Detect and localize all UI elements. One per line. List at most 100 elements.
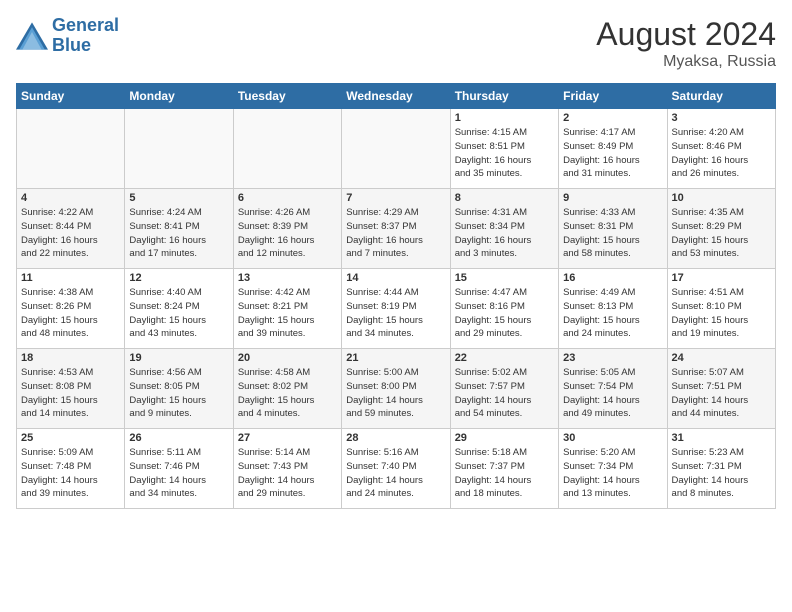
day-number: 29 (455, 432, 554, 444)
calendar-cell: 27 Sunrise: 5:14 AM Sunset: 7:43 PM Dayli… (233, 429, 341, 509)
col-header-friday: Friday (559, 84, 667, 109)
calendar-cell: 8 Sunrise: 4:31 AM Sunset: 8:34 PM Daylig… (450, 189, 558, 269)
calendar-cell: 3 Sunrise: 4:20 AM Sunset: 8:46 PM Daylig… (667, 109, 775, 189)
day-info: Sunrise: 4:26 AM Sunset: 8:39 PM Dayligh… (238, 206, 337, 261)
day-number: 8 (455, 192, 554, 204)
logo-text: General Blue (52, 16, 119, 56)
day-info: Sunrise: 5:20 AM Sunset: 7:34 PM Dayligh… (563, 446, 662, 501)
location: Myaksa, Russia (596, 53, 776, 71)
week-row-4: 18 Sunrise: 4:53 AM Sunset: 8:08 PM Dayli… (17, 349, 776, 429)
week-row-3: 11Sunrise: 4:38 AM Sunset: 8:26 PM Dayli… (17, 269, 776, 349)
day-info: Sunrise: 4:56 AM Sunset: 8:05 PM Dayligh… (129, 366, 228, 421)
day-info: Sunrise: 4:42 AM Sunset: 8:21 PM Dayligh… (238, 286, 337, 341)
day-number: 23 (563, 352, 662, 364)
day-number: 3 (672, 112, 771, 124)
day-info: Sunrise: 5:09 AM Sunset: 7:48 PM Dayligh… (21, 446, 120, 501)
calendar-cell: 26 Sunrise: 5:11 AM Sunset: 7:46 PM Dayli… (125, 429, 233, 509)
day-info: Sunrise: 4:20 AM Sunset: 8:46 PM Dayligh… (672, 126, 771, 181)
calendar-cell (125, 109, 233, 189)
col-header-monday: Monday (125, 84, 233, 109)
calendar-cell: 10 Sunrise: 4:35 AM Sunset: 8:29 PM Dayli… (667, 189, 775, 269)
week-row-5: 25 Sunrise: 5:09 AM Sunset: 7:48 PM Dayli… (17, 429, 776, 509)
day-number: 31 (672, 432, 771, 444)
calendar-cell: 12 Sunrise: 4:40 AM Sunset: 8:24 PM Dayli… (125, 269, 233, 349)
calendar-cell: 14 Sunrise: 4:44 AM Sunset: 8:19 PM Dayli… (342, 269, 450, 349)
calendar-cell: 19 Sunrise: 4:56 AM Sunset: 8:05 PM Dayli… (125, 349, 233, 429)
calendar-cell: 22Sunrise: 5:02 AM Sunset: 7:57 PM Dayli… (450, 349, 558, 429)
day-number: 16 (563, 272, 662, 284)
calendar-cell: 1Sunrise: 4:15 AM Sunset: 8:51 PM Daylig… (450, 109, 558, 189)
day-info: Sunrise: 4:44 AM Sunset: 8:19 PM Dayligh… (346, 286, 445, 341)
day-info: Sunrise: 5:02 AM Sunset: 7:57 PM Dayligh… (455, 366, 554, 421)
day-number: 4 (21, 192, 120, 204)
calendar-cell: 25 Sunrise: 5:09 AM Sunset: 7:48 PM Dayli… (17, 429, 125, 509)
calendar-cell: 6 Sunrise: 4:26 AM Sunset: 8:39 PM Daylig… (233, 189, 341, 269)
month-year: August 2024 (596, 16, 776, 53)
day-info: Sunrise: 4:35 AM Sunset: 8:29 PM Dayligh… (672, 206, 771, 261)
day-number: 28 (346, 432, 445, 444)
title-block: August 2024 Myaksa, Russia (596, 16, 776, 71)
day-number: 6 (238, 192, 337, 204)
day-info: Sunrise: 5:16 AM Sunset: 7:40 PM Dayligh… (346, 446, 445, 501)
day-number: 14 (346, 272, 445, 284)
col-header-sunday: Sunday (17, 84, 125, 109)
calendar-cell: 23 Sunrise: 5:05 AM Sunset: 7:54 PM Dayli… (559, 349, 667, 429)
day-number: 2 (563, 112, 662, 124)
day-info: Sunrise: 4:31 AM Sunset: 8:34 PM Dayligh… (455, 206, 554, 261)
calendar-cell (17, 109, 125, 189)
day-info: Sunrise: 4:53 AM Sunset: 8:08 PM Dayligh… (21, 366, 120, 421)
col-header-saturday: Saturday (667, 84, 775, 109)
calendar-cell: 21Sunrise: 5:00 AM Sunset: 8:00 PM Dayli… (342, 349, 450, 429)
calendar-cell: 2Sunrise: 4:17 AM Sunset: 8:49 PM Daylig… (559, 109, 667, 189)
day-info: Sunrise: 5:07 AM Sunset: 7:51 PM Dayligh… (672, 366, 771, 421)
calendar-table: SundayMondayTuesdayWednesdayThursdayFrid… (16, 83, 776, 509)
col-header-thursday: Thursday (450, 84, 558, 109)
day-info: Sunrise: 4:51 AM Sunset: 8:10 PM Dayligh… (672, 286, 771, 341)
day-number: 10 (672, 192, 771, 204)
calendar-cell (233, 109, 341, 189)
day-info: Sunrise: 5:11 AM Sunset: 7:46 PM Dayligh… (129, 446, 228, 501)
day-number: 24 (672, 352, 771, 364)
page-header: General Blue August 2024 Myaksa, Russia (16, 16, 776, 71)
day-info: Sunrise: 4:15 AM Sunset: 8:51 PM Dayligh… (455, 126, 554, 181)
day-number: 21 (346, 352, 445, 364)
day-info: Sunrise: 4:38 AM Sunset: 8:26 PM Dayligh… (21, 286, 120, 341)
day-info: Sunrise: 4:29 AM Sunset: 8:37 PM Dayligh… (346, 206, 445, 261)
day-info: Sunrise: 4:40 AM Sunset: 8:24 PM Dayligh… (129, 286, 228, 341)
day-number: 26 (129, 432, 228, 444)
day-info: Sunrise: 4:58 AM Sunset: 8:02 PM Dayligh… (238, 366, 337, 421)
day-info: Sunrise: 4:33 AM Sunset: 8:31 PM Dayligh… (563, 206, 662, 261)
calendar-cell: 18 Sunrise: 4:53 AM Sunset: 8:08 PM Dayli… (17, 349, 125, 429)
week-row-2: 4 Sunrise: 4:22 AM Sunset: 8:44 PM Daylig… (17, 189, 776, 269)
calendar-cell: 17 Sunrise: 4:51 AM Sunset: 8:10 PM Dayli… (667, 269, 775, 349)
day-info: Sunrise: 5:05 AM Sunset: 7:54 PM Dayligh… (563, 366, 662, 421)
col-header-tuesday: Tuesday (233, 84, 341, 109)
day-number: 15 (455, 272, 554, 284)
day-number: 17 (672, 272, 771, 284)
day-info: Sunrise: 4:22 AM Sunset: 8:44 PM Dayligh… (21, 206, 120, 261)
day-number: 13 (238, 272, 337, 284)
day-info: Sunrise: 4:49 AM Sunset: 8:13 PM Dayligh… (563, 286, 662, 341)
calendar-cell: 28 Sunrise: 5:16 AM Sunset: 7:40 PM Dayli… (342, 429, 450, 509)
day-info: Sunrise: 4:24 AM Sunset: 8:41 PM Dayligh… (129, 206, 228, 261)
calendar-cell (342, 109, 450, 189)
day-number: 20 (238, 352, 337, 364)
calendar-cell: 7Sunrise: 4:29 AM Sunset: 8:37 PM Daylig… (342, 189, 450, 269)
calendar-cell: 13 Sunrise: 4:42 AM Sunset: 8:21 PM Dayli… (233, 269, 341, 349)
day-number: 25 (21, 432, 120, 444)
header-row: SundayMondayTuesdayWednesdayThursdayFrid… (17, 84, 776, 109)
day-number: 27 (238, 432, 337, 444)
day-number: 19 (129, 352, 228, 364)
calendar-cell: 24 Sunrise: 5:07 AM Sunset: 7:51 PM Dayli… (667, 349, 775, 429)
day-number: 5 (129, 192, 228, 204)
day-info: Sunrise: 5:14 AM Sunset: 7:43 PM Dayligh… (238, 446, 337, 501)
calendar-cell: 4 Sunrise: 4:22 AM Sunset: 8:44 PM Daylig… (17, 189, 125, 269)
day-number: 12 (129, 272, 228, 284)
logo: General Blue (16, 16, 119, 56)
day-number: 18 (21, 352, 120, 364)
calendar-cell: 5 Sunrise: 4:24 AM Sunset: 8:41 PM Daylig… (125, 189, 233, 269)
calendar-cell: 20 Sunrise: 4:58 AM Sunset: 8:02 PM Dayli… (233, 349, 341, 429)
calendar-cell: 31Sunrise: 5:23 AM Sunset: 7:31 PM Dayli… (667, 429, 775, 509)
calendar-cell: 16 Sunrise: 4:49 AM Sunset: 8:13 PM Dayli… (559, 269, 667, 349)
day-info: Sunrise: 4:47 AM Sunset: 8:16 PM Dayligh… (455, 286, 554, 341)
